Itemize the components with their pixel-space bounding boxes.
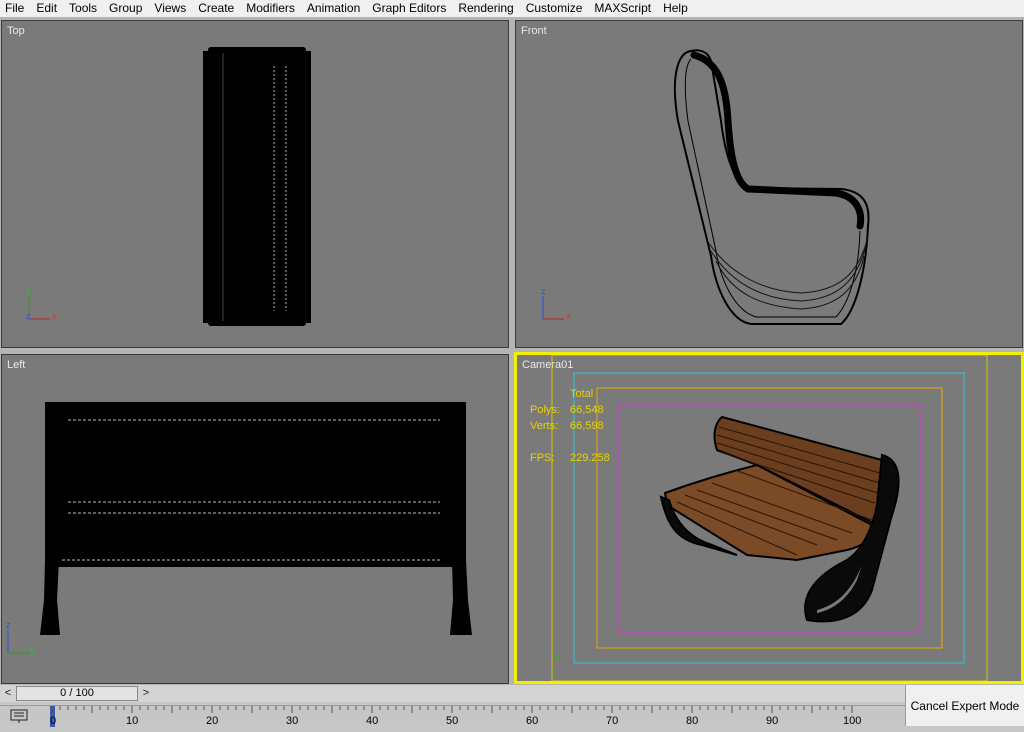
menu-bar: File Edit Tools Group Views Create Modif… — [0, 0, 1024, 17]
cancel-expert-mode-button[interactable]: Cancel Expert Mode — [905, 685, 1024, 726]
tick-label: 10 — [126, 715, 139, 727]
tick-label: 40 — [366, 715, 379, 727]
menu-rendering[interactable]: Rendering — [452, 0, 519, 17]
viewport-camera[interactable]: Camera01 Total Polys: 66,548 Verts: 66,5… — [514, 352, 1024, 684]
tick-label: 50 — [446, 715, 459, 727]
axis-tripod-left — [7, 630, 29, 654]
time-slider[interactable]: < 0 / 100 > — [0, 685, 905, 702]
axis-x-label: x — [566, 311, 571, 321]
time-slider-prev-button[interactable]: < — [1, 686, 15, 700]
axis-z-label: z — [6, 620, 11, 630]
time-slider-thumb[interactable]: 0 / 100 — [16, 686, 138, 701]
menu-help[interactable]: Help — [657, 0, 694, 17]
menu-edit[interactable]: Edit — [30, 0, 63, 17]
filter-keys-icon[interactable] — [9, 708, 31, 724]
viewport-top[interactable]: Top y x z — [1, 20, 509, 348]
menu-customize[interactable]: Customize — [520, 0, 589, 17]
stats-polys-value: 66,548 — [570, 404, 604, 416]
tick-label: 60 — [526, 715, 539, 727]
axis-tripod-top — [28, 296, 50, 320]
tick-label: 0 — [50, 715, 57, 727]
tick-label: 90 — [766, 715, 779, 727]
menu-group[interactable]: Group — [103, 0, 148, 17]
axis-tripod-front — [542, 296, 564, 320]
viewport-left[interactable]: Left z y — [1, 354, 509, 684]
menu-views[interactable]: Views — [148, 0, 192, 17]
track-bar-ticks: 0 10 20 30 40 50 60 70 80 90 100 — [48, 706, 905, 727]
menu-tools[interactable]: Tools — [63, 0, 103, 17]
stats-fps-label: FPS: — [530, 452, 555, 464]
tick-label: 20 — [206, 715, 219, 727]
menu-create[interactable]: Create — [192, 0, 240, 17]
tick-label: 100 — [843, 715, 862, 727]
menu-graph-editors[interactable]: Graph Editors — [366, 0, 452, 17]
bottom-bar: < 0 / 100 > 0 10 20 30 40 50 60 70 80 90… — [0, 685, 1024, 727]
stats-polys-label: Polys: — [530, 404, 560, 416]
tick-label: 70 — [606, 715, 619, 727]
menu-modifiers[interactable]: Modifiers — [240, 0, 301, 17]
axis-y-label: y — [27, 286, 32, 296]
viewport-front[interactable]: Front z x — [515, 20, 1023, 348]
tick-label: 80 — [686, 715, 699, 727]
track-bar[interactable]: 0 10 20 30 40 50 60 70 80 90 100 — [0, 705, 905, 727]
menu-maxscript[interactable]: MAXScript — [588, 0, 657, 17]
menu-file[interactable]: File — [0, 0, 30, 17]
axis-y-label: y — [30, 645, 35, 655]
viewport-area: Top y x z Front z x Left z y Camera01 To… — [0, 17, 1024, 685]
stats-total-label: Total — [570, 388, 594, 400]
axis-y-label: y — [555, 651, 560, 661]
tick-label: 30 — [286, 715, 299, 727]
stats-fps-value: 229.258 — [570, 452, 610, 464]
axis-x-label: x — [52, 311, 57, 321]
axis-z-label: z — [26, 311, 31, 321]
axis-z-label: z — [541, 286, 546, 296]
menu-animation[interactable]: Animation — [301, 0, 366, 17]
stats-verts-value: 66,598 — [570, 420, 604, 432]
stats-verts-label: Verts: — [530, 420, 559, 432]
time-slider-next-button[interactable]: > — [139, 686, 153, 700]
